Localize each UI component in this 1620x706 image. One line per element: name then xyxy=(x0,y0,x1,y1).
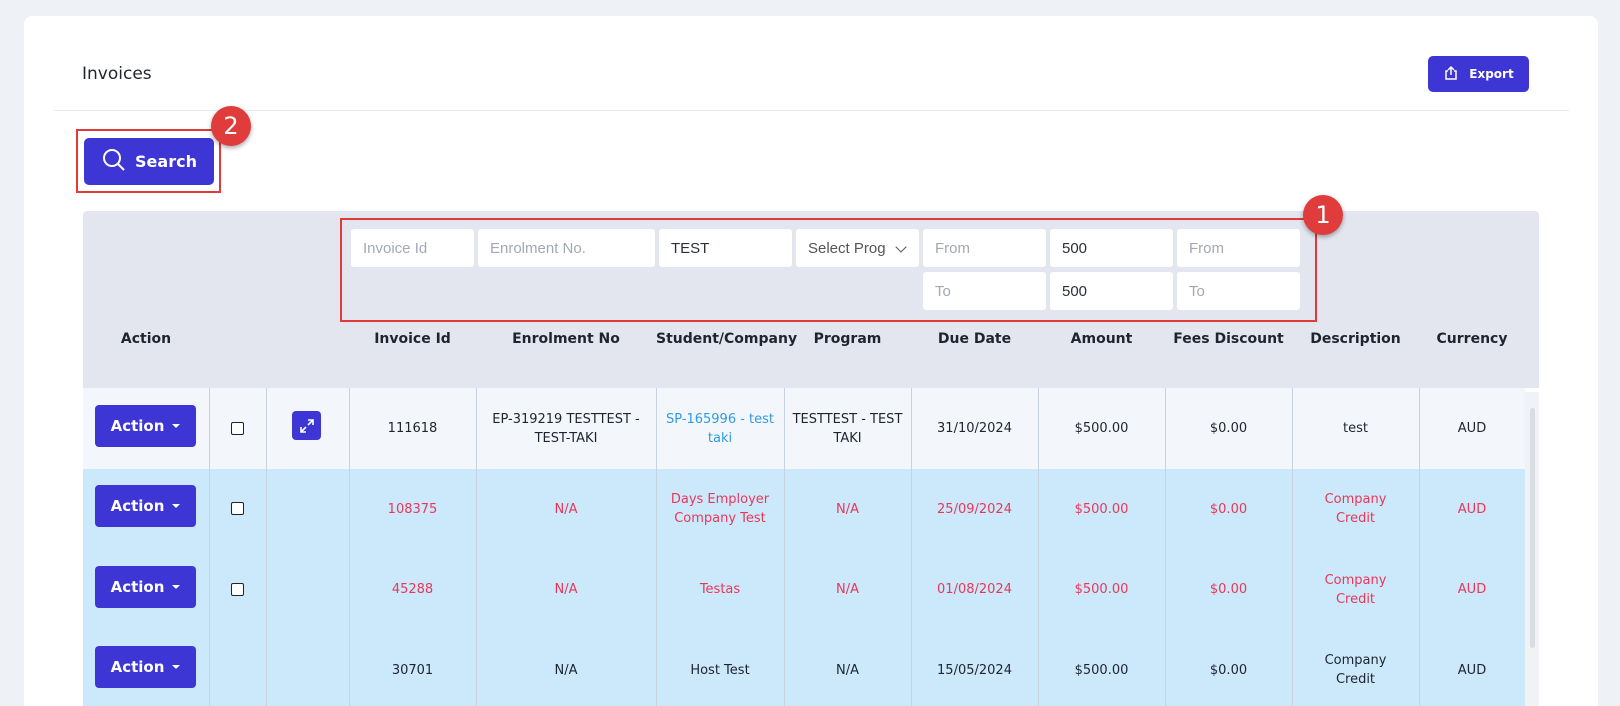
table-row: Action 108375 N/A Days Employer Company … xyxy=(83,469,1525,549)
col-header-student[interactable]: Student/Company xyxy=(656,331,797,347)
table-row: Action 111618 EP-319219 TESTTEST - TEST-… xyxy=(83,388,1525,469)
cell-description: Company Credit xyxy=(1324,492,1387,526)
cell-student: Days Employer Company Test xyxy=(670,492,770,526)
cell-program: TESTTEST - TEST TAKI xyxy=(792,411,903,446)
cell-invoice-id: 111618 xyxy=(387,421,438,436)
column-divider xyxy=(1038,388,1039,706)
caret-down-icon xyxy=(172,424,181,428)
cell-due-date: 01/08/2024 xyxy=(937,582,1012,597)
column-divider xyxy=(1165,388,1166,706)
row-checkbox[interactable] xyxy=(231,583,244,596)
col-header-description[interactable]: Description xyxy=(1292,331,1419,347)
cell-program: N/A xyxy=(836,501,859,517)
table-row: Action 45288 N/A Testas N/A 01/08/2024 $… xyxy=(83,549,1525,630)
col-header-action: Action xyxy=(120,331,172,347)
column-divider xyxy=(784,388,785,706)
column-divider xyxy=(1292,388,1293,706)
column-divider xyxy=(349,388,350,706)
cell-enrolment-no: N/A xyxy=(554,662,578,678)
cell-student: Host Test xyxy=(690,662,750,678)
caret-down-icon xyxy=(172,665,181,669)
cell-currency: AUD xyxy=(1457,582,1487,597)
cell-fees-discount: $0.00 xyxy=(1209,421,1248,436)
row-action-button[interactable]: Action xyxy=(95,566,196,608)
row-action-button[interactable]: Action xyxy=(95,405,196,447)
search-label: Search xyxy=(135,152,197,171)
search-button[interactable]: Search xyxy=(84,138,214,185)
col-header-enrolment-no[interactable]: Enrolment No xyxy=(476,331,656,347)
cell-student-link[interactable]: SP-165996 - test taki xyxy=(656,388,784,469)
column-divider xyxy=(911,388,912,706)
table-row: Action 30701 N/A Host Test N/A 15/05/202… xyxy=(83,630,1525,706)
cell-invoice-id: 108375 xyxy=(387,501,438,517)
search-icon xyxy=(101,147,127,177)
column-divider xyxy=(1419,388,1420,706)
cell-enrolment-no: EP-319219 TESTTEST - TEST-TAKI xyxy=(492,411,640,446)
cell-description: test xyxy=(1343,421,1368,436)
column-divider xyxy=(476,388,477,706)
cell-description: Company Credit xyxy=(1324,572,1387,607)
filter-highlight-box xyxy=(340,218,1317,322)
col-header-amount[interactable]: Amount xyxy=(1038,331,1165,347)
column-divider xyxy=(656,388,657,706)
col-header-invoice-id[interactable]: Invoice Id xyxy=(349,331,476,347)
cell-description: Company Credit xyxy=(1324,653,1387,687)
expand-icon[interactable] xyxy=(292,411,321,440)
export-label: Export xyxy=(1469,67,1514,81)
cell-amount: $500.00 xyxy=(1074,582,1129,597)
annotation-badge-1: 1 xyxy=(1303,195,1343,235)
cell-enrolment-no: N/A xyxy=(554,501,578,517)
export-button[interactable]: Export xyxy=(1428,56,1529,92)
row-checkbox[interactable] xyxy=(231,422,244,435)
row-action-button[interactable]: Action xyxy=(95,646,196,688)
cell-currency: AUD xyxy=(1457,501,1487,517)
cell-fees-discount: $0.00 xyxy=(1209,582,1248,597)
col-header-due-date[interactable]: Due Date xyxy=(911,331,1038,347)
cell-enrolment-no: N/A xyxy=(554,582,578,597)
caret-down-icon xyxy=(172,504,181,508)
cell-invoice-id: 45288 xyxy=(391,582,434,597)
table-scrollbar-thumb[interactable] xyxy=(1530,408,1535,648)
cell-amount: $500.00 xyxy=(1074,421,1129,436)
cell-due-date: 15/05/2024 xyxy=(937,662,1012,678)
cell-due-date: 25/09/2024 xyxy=(937,501,1012,517)
cell-amount: $500.00 xyxy=(1074,501,1129,517)
cell-currency: AUD xyxy=(1457,662,1487,678)
cell-student: Testas xyxy=(699,582,741,597)
page-title: Invoices xyxy=(82,64,152,84)
cell-currency: AUD xyxy=(1457,421,1487,436)
cell-amount: $500.00 xyxy=(1074,662,1129,678)
caret-down-icon xyxy=(172,585,181,589)
col-header-currency[interactable]: Currency xyxy=(1419,331,1525,347)
column-divider xyxy=(209,388,210,706)
cell-program: N/A xyxy=(836,582,859,597)
row-action-button[interactable]: Action xyxy=(95,485,196,527)
col-header-program[interactable]: Program xyxy=(784,331,911,347)
cell-fees-discount: $0.00 xyxy=(1209,662,1248,678)
cell-due-date: 31/10/2024 xyxy=(937,421,1012,436)
row-checkbox[interactable] xyxy=(231,502,244,515)
cell-program: N/A xyxy=(836,662,859,678)
cell-invoice-id: 30701 xyxy=(391,662,434,678)
annotation-badge-2: 2 xyxy=(211,106,251,146)
cell-fees-discount: $0.00 xyxy=(1209,501,1248,517)
col-header-fees-discount[interactable]: Fees Discount xyxy=(1165,331,1292,347)
column-divider xyxy=(266,388,267,706)
header-divider xyxy=(54,110,1569,111)
export-icon xyxy=(1443,65,1459,84)
